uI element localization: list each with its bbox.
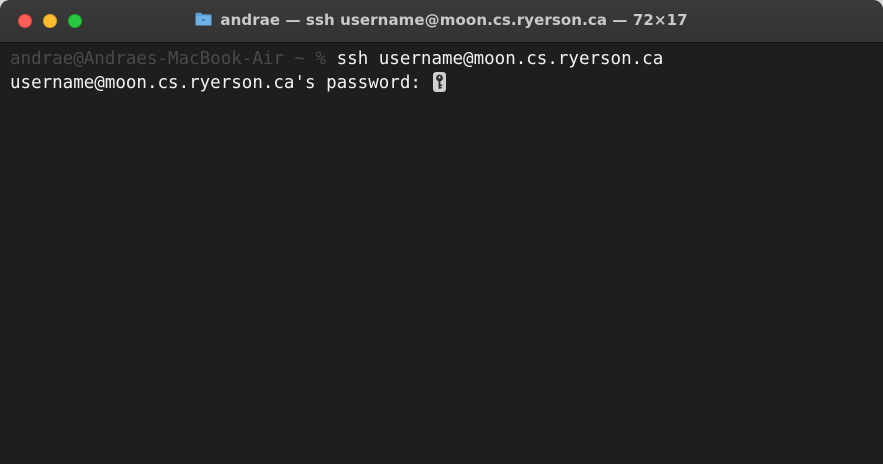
- password-prompt: username@moon.cs.ryerson.ca's password:: [10, 73, 432, 93]
- shell-command: ssh username@moon.cs.ryerson.ca: [336, 49, 664, 69]
- key-cursor-icon: [433, 72, 447, 92]
- terminal-line-command: andrae@Andraes-MacBook-Air ~ % ssh usern…: [10, 47, 883, 71]
- shell-prompt: andrae@Andraes-MacBook-Air ~ %: [10, 49, 337, 69]
- window-title-container: andrae — ssh username@moon.cs.ryerson.ca…: [0, 11, 883, 29]
- terminal-window: andrae — ssh username@moon.cs.ryerson.ca…: [0, 0, 883, 464]
- folder-icon: [195, 12, 212, 26]
- title-bar[interactable]: andrae — ssh username@moon.cs.ryerson.ca…: [0, 0, 883, 43]
- terminal-content[interactable]: andrae@Andraes-MacBook-Air ~ % ssh usern…: [0, 43, 883, 464]
- window-title: andrae — ssh username@moon.cs.ryerson.ca…: [220, 11, 688, 29]
- terminal-line-password: username@moon.cs.ryerson.ca's password:: [10, 71, 883, 95]
